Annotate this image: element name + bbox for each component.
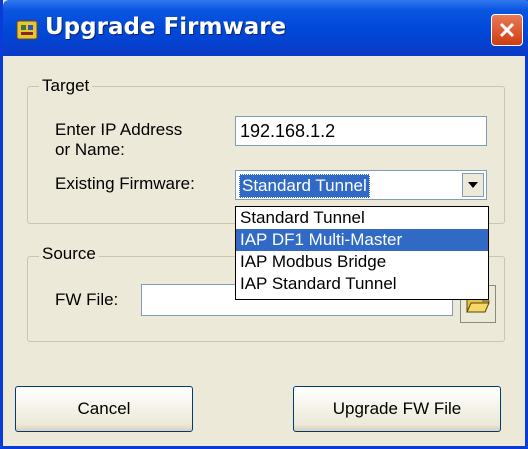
ip-address-label-line2: or Name: <box>55 140 125 159</box>
close-icon <box>499 22 515 38</box>
cancel-button[interactable]: Cancel <box>15 386 193 432</box>
firmware-dropdown-list: Standard Tunnel IAP DF1 Multi-Master IAP… <box>235 206 489 300</box>
ip-address-label-line1: Enter IP Address <box>55 120 183 139</box>
target-group-label: Target <box>39 76 93 96</box>
dropdown-option-standard-tunnel[interactable]: Standard Tunnel <box>236 207 488 229</box>
ip-address-value: 192.168.1.2 <box>240 121 336 141</box>
dropdown-option-iap-standard-tunnel[interactable]: IAP Standard Tunnel <box>236 273 488 295</box>
chevron-down-icon <box>468 182 478 188</box>
window-title: Upgrade Firmware <box>45 14 287 40</box>
existing-firmware-label: Existing Firmware: <box>55 174 195 193</box>
dropdown-option-iap-modbus-bridge[interactable]: IAP Modbus Bridge <box>236 251 488 273</box>
combo-dropdown-button[interactable] <box>462 173 484 197</box>
upgrade-firmware-dialog: Upgrade Firmware Target Enter IP Address… <box>0 0 528 449</box>
existing-firmware-selected: Standard Tunnel <box>239 174 370 198</box>
upgrade-button-label: Upgrade FW File <box>332 399 462 418</box>
ip-address-input[interactable]: 192.168.1.2 <box>235 116 487 146</box>
cancel-button-label: Cancel <box>77 399 131 418</box>
existing-firmware-combo[interactable]: Standard Tunnel <box>235 170 487 200</box>
dropdown-option-iap-df1-multi-master[interactable]: IAP DF1 Multi-Master <box>236 229 488 251</box>
source-group-label: Source <box>39 244 99 264</box>
fw-file-label: FW File: <box>55 290 119 309</box>
upgrade-fw-file-button[interactable]: Upgrade FW File <box>293 386 501 432</box>
close-button[interactable] <box>491 14 523 46</box>
firmware-app-icon <box>15 18 39 42</box>
title-bar[interactable]: Upgrade Firmware <box>3 0 528 56</box>
